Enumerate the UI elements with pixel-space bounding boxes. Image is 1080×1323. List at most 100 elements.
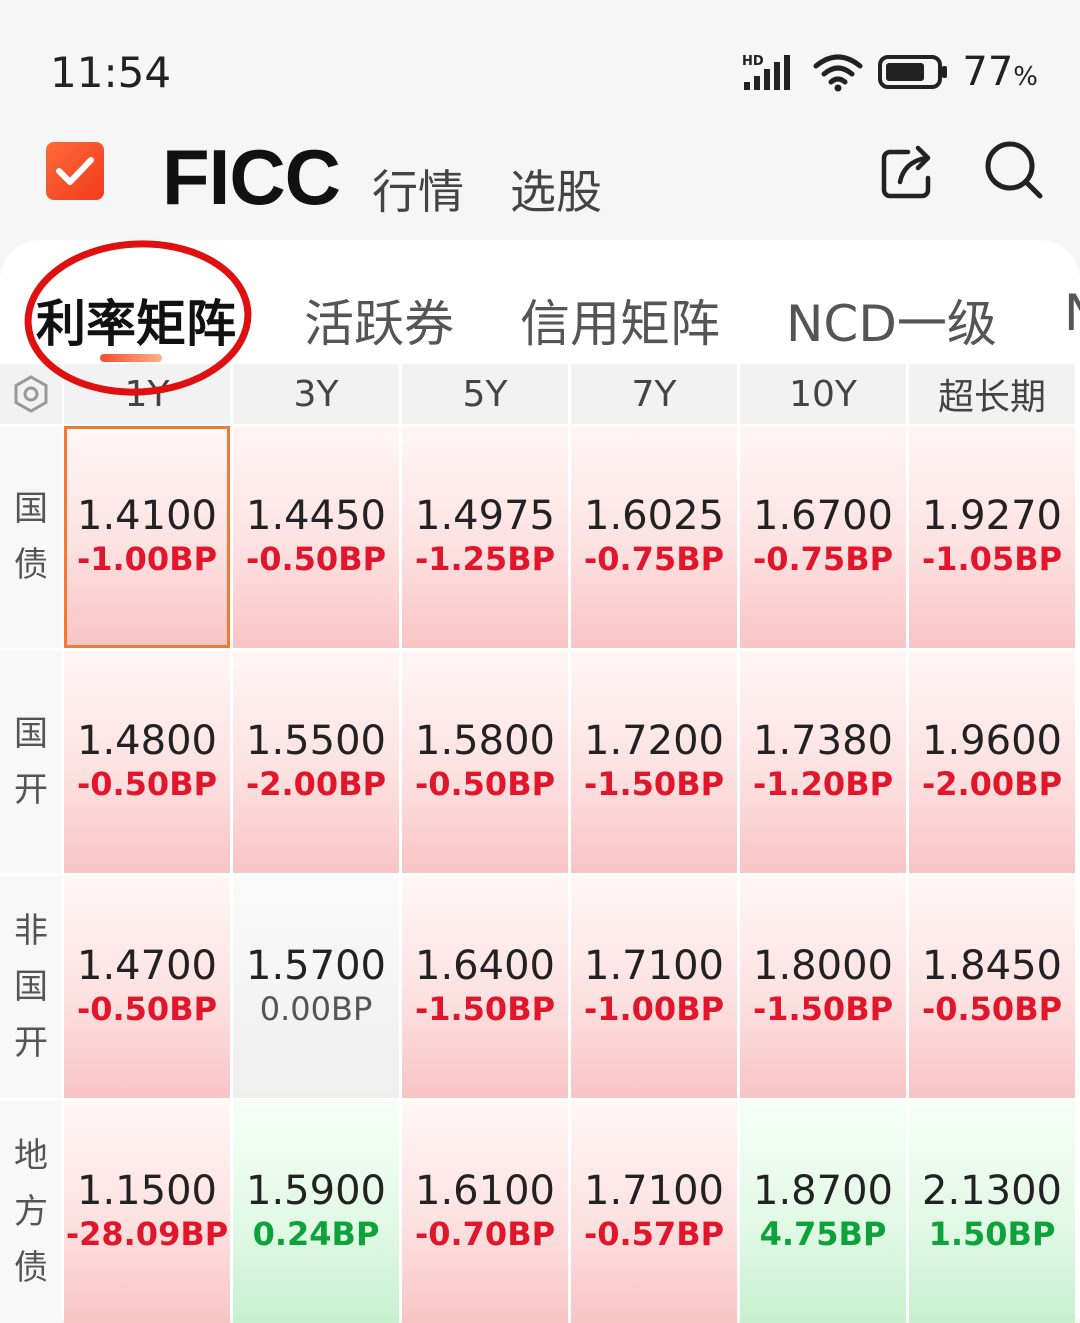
- yield-change: -0.50BP: [76, 990, 218, 1028]
- search-button[interactable]: [982, 138, 1046, 202]
- rate-cell[interactable]: 1.7100 -0.57BP: [571, 1101, 737, 1323]
- checkmark-icon: [56, 157, 94, 185]
- yield-change: -0.50BP: [921, 990, 1063, 1028]
- row-header-char: 开: [14, 1023, 48, 1063]
- status-bar: 11:54 HD 77%: [0, 0, 1080, 120]
- yield-change: -1.25BP: [414, 540, 556, 578]
- nav-market[interactable]: 行情: [372, 156, 464, 222]
- yield-value: 1.6400: [415, 943, 555, 989]
- yield-value: 1.4450: [246, 493, 386, 539]
- yield-value: 1.7200: [584, 718, 724, 764]
- rate-cell[interactable]: 1.4700 -0.50BP: [64, 876, 230, 1098]
- yield-value: 1.6700: [753, 493, 893, 539]
- row-header: 国债: [0, 426, 62, 648]
- rate-cell[interactable]: 2.1300 1.50BP: [909, 1101, 1075, 1323]
- yield-value: 1.7100: [584, 943, 724, 989]
- rate-cell[interactable]: 1.8450 -0.50BP: [909, 876, 1075, 1098]
- yield-change: -1.00BP: [583, 990, 725, 1028]
- column-header[interactable]: 超长期: [909, 364, 1075, 424]
- tab-active-bonds[interactable]: 活跃券: [304, 284, 454, 356]
- yield-value: 1.5500: [246, 718, 386, 764]
- battery-percent-sign: %: [1013, 62, 1038, 92]
- column-header[interactable]: 5Y: [402, 364, 568, 424]
- rate-cell[interactable]: 1.6025 -0.75BP: [571, 426, 737, 648]
- yield-change: -1.00BP: [76, 540, 218, 578]
- rate-cell[interactable]: 1.7100 -1.00BP: [571, 876, 737, 1098]
- rate-cell[interactable]: 1.5900 0.24BP: [233, 1101, 399, 1323]
- yield-value: 2.1300: [922, 1168, 1062, 1214]
- app-logo: [46, 142, 104, 200]
- rate-matrix-table: 1Y 3Y 5Y 7Y 10Y 超长期国债 1.4100 -1.00BP 1.4450 -0.50…: [0, 364, 1080, 1323]
- column-header[interactable]: 7Y: [571, 364, 737, 424]
- rate-cell[interactable]: 1.6700 -0.75BP: [740, 426, 906, 648]
- rate-cell[interactable]: 1.8000 -1.50BP: [740, 876, 906, 1098]
- settings-icon: [14, 375, 48, 413]
- yield-value: 1.6100: [415, 1168, 555, 1214]
- rate-cell[interactable]: 1.5800 -0.50BP: [402, 651, 568, 873]
- yield-value: 1.7100: [584, 1168, 724, 1214]
- yield-value: 1.5700: [246, 943, 386, 989]
- battery-icon: [878, 55, 948, 89]
- column-header[interactable]: 1Y: [64, 364, 230, 424]
- yield-value: 1.7380: [753, 718, 893, 764]
- yield-change: 4.75BP: [759, 1215, 887, 1253]
- rate-cell[interactable]: 1.4975 -1.25BP: [402, 426, 568, 648]
- yield-value: 1.9270: [922, 493, 1062, 539]
- rate-cell[interactable]: 1.6400 -1.50BP: [402, 876, 568, 1098]
- rate-cell[interactable]: 1.8700 4.75BP: [740, 1101, 906, 1323]
- tab-credit-matrix[interactable]: 信用矩阵: [520, 284, 720, 356]
- yield-value: 1.8000: [753, 943, 893, 989]
- yield-change: -0.70BP: [414, 1215, 556, 1253]
- yield-change: -0.50BP: [414, 765, 556, 803]
- rate-cell[interactable]: 1.9270 -1.05BP: [909, 426, 1075, 648]
- rate-cell[interactable]: 1.5700 0.00BP: [233, 876, 399, 1098]
- row-header-char: 非: [14, 911, 48, 951]
- yield-value: 1.8450: [922, 943, 1062, 989]
- yield-change: -1.50BP: [752, 990, 894, 1028]
- yield-value: 1.5800: [415, 718, 555, 764]
- yield-change: -2.00BP: [245, 765, 387, 803]
- rate-cell[interactable]: 1.7200 -1.50BP: [571, 651, 737, 873]
- yield-change: -1.50BP: [414, 990, 556, 1028]
- signal-icon: HD: [742, 54, 791, 90]
- yield-change: 0.24BP: [252, 1215, 380, 1253]
- rate-cell[interactable]: 1.7380 -1.20BP: [740, 651, 906, 873]
- wifi-icon: [813, 54, 863, 92]
- row-header: 非国开: [0, 876, 62, 1098]
- row-header-char: 方: [14, 1192, 48, 1232]
- yield-change: -0.50BP: [76, 765, 218, 803]
- tab-rate-matrix[interactable]: 利率矩阵: [36, 284, 236, 356]
- tab-more[interactable]: N: [1064, 284, 1080, 342]
- yield-change: -1.20BP: [752, 765, 894, 803]
- row-header: 国开: [0, 651, 62, 873]
- matrix-settings-button[interactable]: [0, 364, 62, 424]
- app-title: FICC: [162, 133, 341, 221]
- yield-value: 1.1500: [77, 1168, 217, 1214]
- rate-cell[interactable]: 1.5500 -2.00BP: [233, 651, 399, 873]
- yield-value: 1.8700: [753, 1168, 893, 1214]
- status-time: 11:54: [50, 48, 172, 97]
- rate-cell[interactable]: 1.6100 -0.70BP: [402, 1101, 568, 1323]
- search-icon: [985, 141, 1043, 199]
- status-icons: HD 77%: [742, 48, 1038, 96]
- row-header-char: 国: [14, 489, 48, 529]
- row-header-char: 债: [14, 1248, 48, 1288]
- rate-cell[interactable]: 1.4800 -0.50BP: [64, 651, 230, 873]
- tab-ncd-primary[interactable]: NCD一级: [786, 284, 997, 356]
- yield-change: -0.50BP: [245, 540, 387, 578]
- yield-value: 1.9600: [922, 718, 1062, 764]
- rate-cell[interactable]: 1.9600 -2.00BP: [909, 651, 1075, 873]
- rate-cell[interactable]: 1.1500 -28.09BP: [64, 1101, 230, 1323]
- rate-cell[interactable]: 1.4450 -0.50BP: [233, 426, 399, 648]
- row-header-char: 债: [14, 545, 48, 585]
- share-icon: [881, 145, 931, 199]
- rate-cell[interactable]: 1.4100 -1.00BP: [64, 426, 230, 648]
- column-header[interactable]: 3Y: [233, 364, 399, 424]
- yield-change: -28.09BP: [65, 1215, 229, 1253]
- yield-change: -2.00BP: [921, 765, 1063, 803]
- column-header[interactable]: 10Y: [740, 364, 906, 424]
- row-header: 地方债: [0, 1101, 62, 1323]
- share-button[interactable]: [878, 142, 938, 202]
- active-tab-indicator: [100, 354, 162, 362]
- nav-stock-screener[interactable]: 选股: [510, 156, 602, 222]
